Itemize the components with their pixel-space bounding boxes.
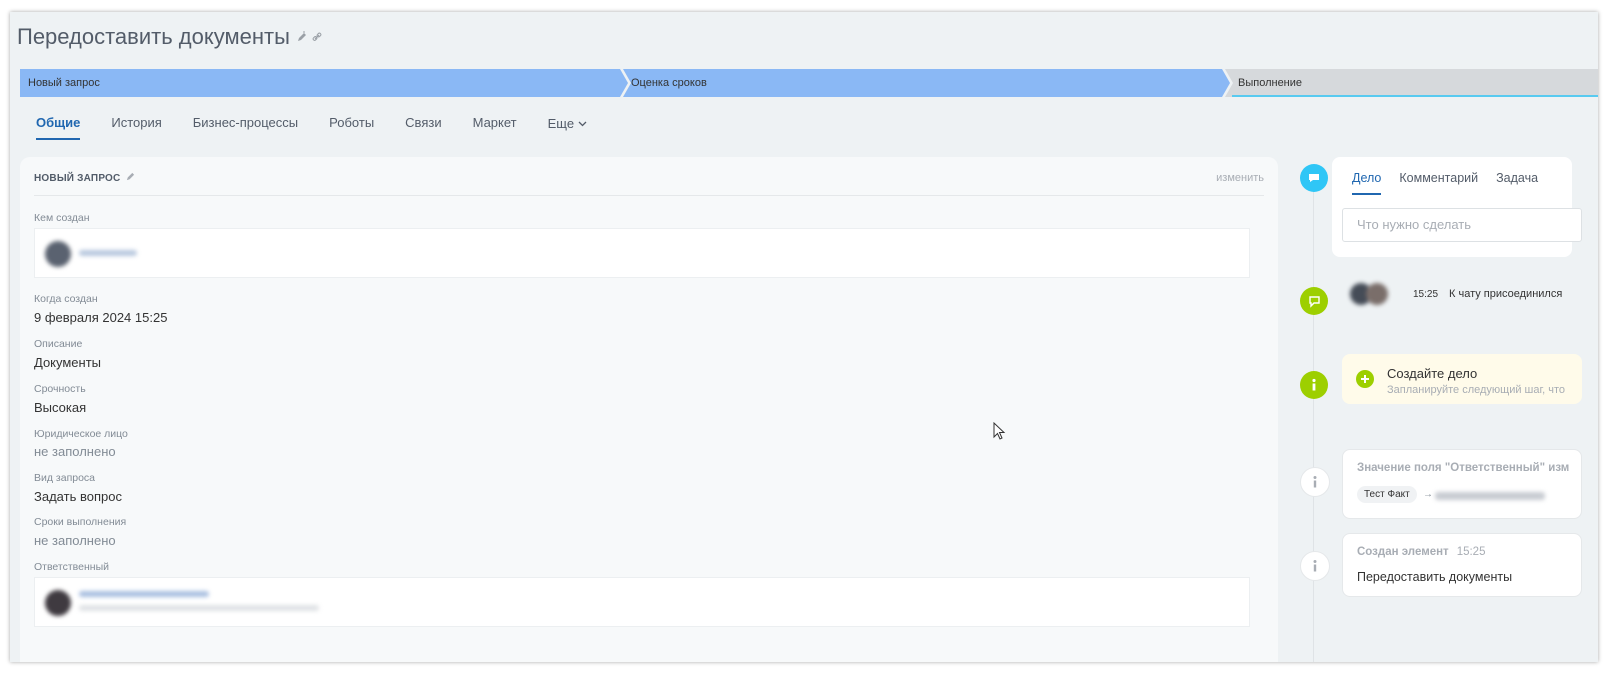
stage-bar: Новый запрос Оценка сроков Выполнение <box>20 69 1598 97</box>
activity-tabs: Дело Комментарий Задача <box>1352 171 1556 195</box>
chat-icon <box>1300 164 1328 192</box>
tab-robots[interactable]: Роботы <box>329 112 374 146</box>
created-at-value: 9 февраля 2024 15:25 <box>34 310 168 325</box>
page-title: Передоставить документы <box>17 24 290 49</box>
avatar <box>45 590 71 616</box>
urgency-value: Высокая <box>34 400 87 415</box>
timeline-column: Дело Комментарий Задача Что нужно сделат… <box>1285 157 1598 662</box>
info-icon <box>1300 551 1330 581</box>
tab-links[interactable]: Связи <box>405 112 441 146</box>
request-type-label: Вид запроса <box>34 472 96 484</box>
stage-execution[interactable]: Выполнение <box>1230 69 1302 97</box>
old-value-pill: Тест Факт <box>1357 486 1417 503</box>
field-change-entry: Значение поля "Ответственный" изм Тест Ф… <box>1342 449 1582 519</box>
blurred-position <box>79 605 319 611</box>
pencil-icon[interactable] <box>126 172 135 184</box>
details-card: НОВЫЙ ЗАПРОС изменить Кем создан Когда с… <box>20 157 1278 662</box>
created-entry-body[interactable]: Передоставить документы <box>1357 570 1512 584</box>
tab-more-label: Еще <box>547 116 575 131</box>
divider <box>34 195 1264 196</box>
create-activity-hint[interactable]: Создайте дело Запланируйте следующий шаг… <box>1342 354 1582 404</box>
blurred-name <box>79 591 209 597</box>
stage-new-request[interactable]: Новый запрос <box>20 69 100 97</box>
avatar <box>1366 283 1388 305</box>
tab-general[interactable]: Общие <box>36 112 81 146</box>
stage-shape-2[interactable] <box>623 69 1230 97</box>
info-icon <box>1300 371 1328 399</box>
tab-history[interactable]: История <box>111 112 161 146</box>
blurred-name <box>79 250 137 256</box>
stage-label: Новый запрос <box>28 77 100 89</box>
chat-icon <box>1300 287 1328 315</box>
tab-more[interactable]: Еще <box>548 112 587 146</box>
description-label: Описание <box>34 338 83 350</box>
tab-bar: Общие История Бизнес-процессы Роботы Свя… <box>36 112 618 146</box>
chat-text: К чату присоединился <box>1449 288 1563 300</box>
stage-label: Выполнение <box>1238 77 1303 89</box>
created-entry-title: Создан элемент 15:25 <box>1357 546 1485 558</box>
created-at-label: Когда создан <box>34 293 98 305</box>
responsible-user[interactable] <box>34 577 1250 627</box>
deadlines-label: Сроки выполнения <box>34 516 127 528</box>
created-title: Создан элемент <box>1357 546 1449 558</box>
urgency-label: Срочность <box>34 383 86 395</box>
element-created-entry: Создан элемент 15:25 Передоставить докуме… <box>1342 533 1582 597</box>
edit-section-button[interactable]: изменить <box>1216 172 1264 184</box>
hint-subtitle: Запланируйте следующий шаг, что <box>1387 384 1566 396</box>
activity-input[interactable]: Что нужно сделать <box>1342 208 1582 242</box>
mouse-cursor-icon <box>993 422 1006 440</box>
created-by-label: Кем создан <box>34 212 90 224</box>
chat-time: 15:25 <box>1413 289 1439 300</box>
stage-arrows <box>20 69 1598 97</box>
tab-task[interactable]: Задача <box>1496 171 1538 195</box>
tab-comment[interactable]: Комментарий <box>1399 171 1478 195</box>
section-header: НОВЫЙ ЗАПРОС <box>34 172 135 184</box>
chat-join-entry: 15:25 К чату присоединился <box>1342 277 1582 317</box>
plus-icon <box>1356 370 1374 388</box>
avatar <box>45 241 71 267</box>
timeline-line <box>1313 177 1314 662</box>
created-time: 15:25 <box>1456 546 1486 558</box>
crm-deal-window: Передоставить документы Новый запрос Оце… <box>10 12 1598 662</box>
legal-entity-label: Юридическое лицо <box>34 428 128 440</box>
info-icon <box>1300 467 1330 497</box>
blurred-new-value <box>1435 492 1545 500</box>
deadlines-value: не заполнено <box>34 533 116 548</box>
title-row: Передоставить документы <box>17 22 322 52</box>
activity-editor: Дело Комментарий Задача Что нужно сделат… <box>1332 157 1582 257</box>
hint-title: Создайте дело <box>1387 366 1478 381</box>
section-title: НОВЫЙ ЗАПРОС <box>34 172 121 184</box>
stage-time-estimate[interactable]: Оценка сроков <box>623 69 707 97</box>
link-icon[interactable] <box>312 32 322 42</box>
pencil-icon[interactable] <box>296 31 308 43</box>
request-type-value: Задать вопрос <box>34 489 122 504</box>
tab-market[interactable]: Маркет <box>473 112 517 146</box>
stage-label: Оценка сроков <box>631 77 707 89</box>
chevron-down-icon <box>578 112 587 134</box>
description-value: Документы <box>34 355 102 370</box>
stage-shape-1[interactable] <box>20 69 628 97</box>
field-change-title: Значение поля "Ответственный" изм <box>1357 462 1570 474</box>
arrow-right-icon: → <box>1423 489 1433 500</box>
created-by-user[interactable] <box>34 228 1250 278</box>
tab-business-processes[interactable]: Бизнес-процессы <box>193 112 298 146</box>
legal-entity-value: не заполнено <box>34 444 116 459</box>
tab-activity[interactable]: Дело <box>1352 171 1382 195</box>
responsible-label: Ответственный <box>34 561 109 573</box>
